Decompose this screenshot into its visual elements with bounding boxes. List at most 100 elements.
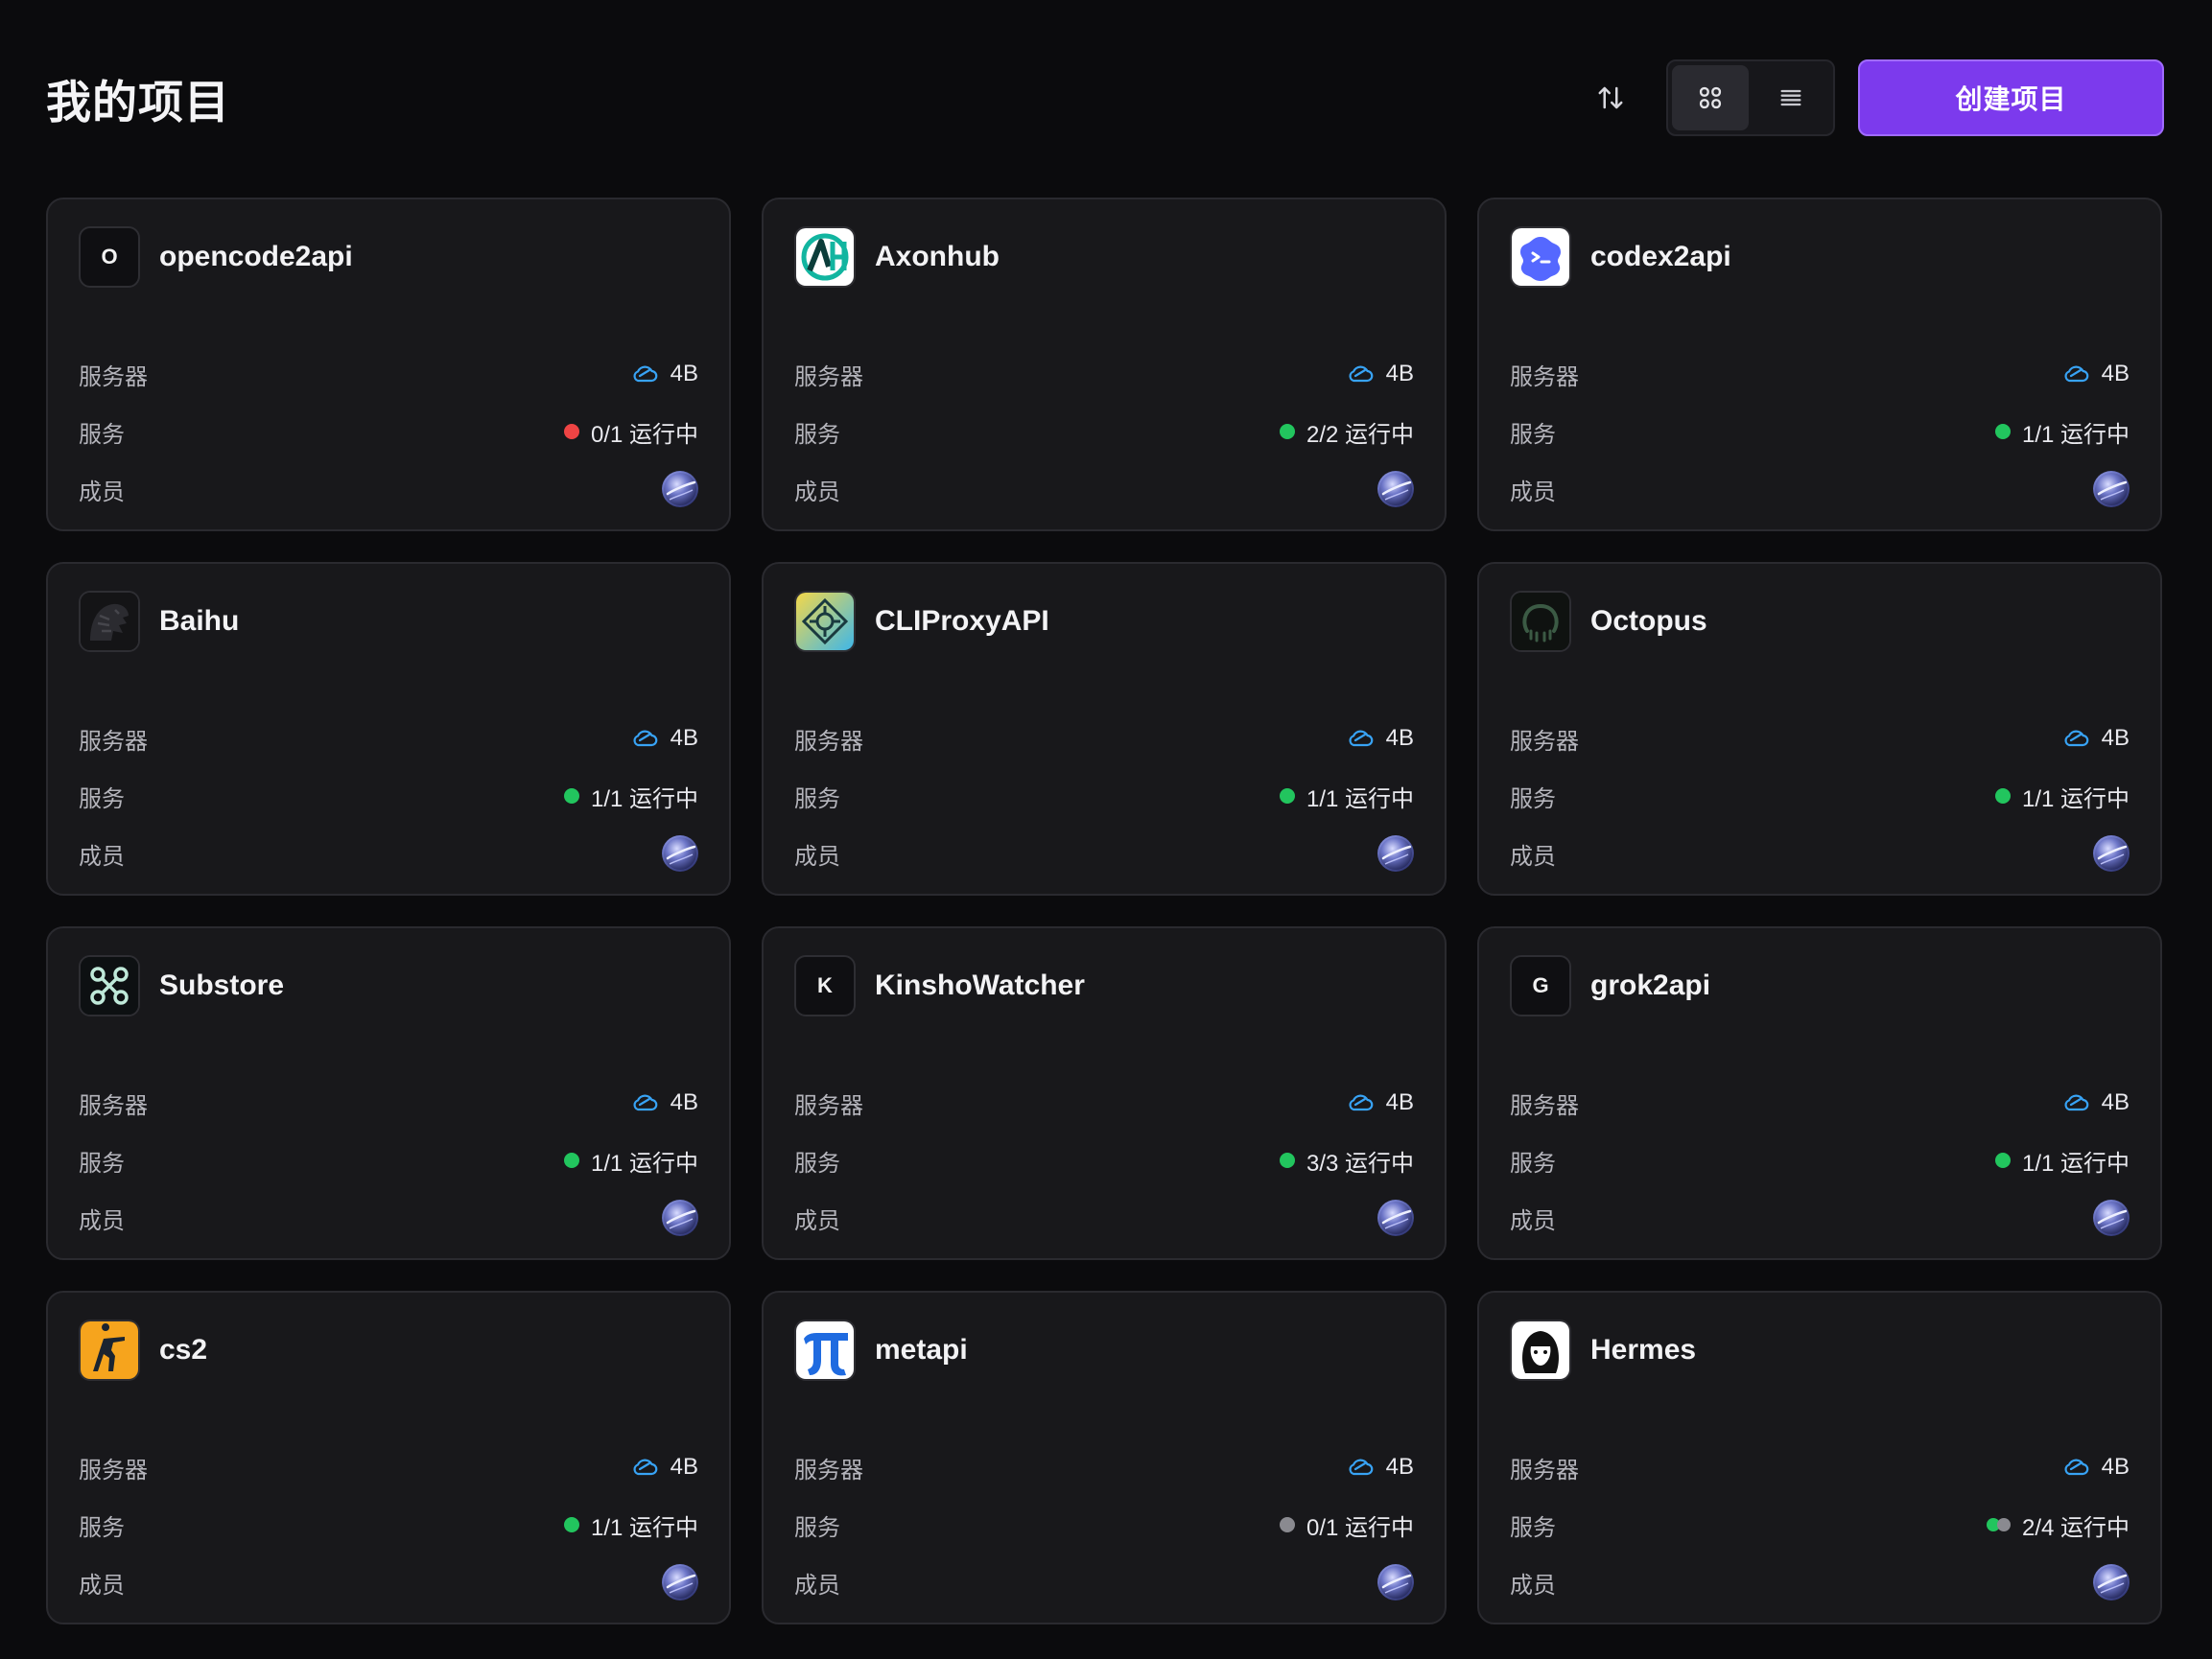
project-card[interactable]: codex2api 服务器 4B 服务 1/1 运行中 成员 [1477,198,2162,531]
server-size: 4B [670,1454,698,1480]
server-size: 4B [1385,361,1414,386]
status-dot [563,424,579,439]
service-row: 服务 1/1 运行中 [1510,767,2130,825]
project-card[interactable]: metapi 服务器 4B 服务 0/1 运行中 成员 [762,1291,1447,1624]
member-avatar[interactable] [1377,471,1414,507]
server-value: 4B [630,725,698,752]
page-header: 我的项目 创建项目 [46,59,2164,136]
service-status: 1/1 运行中 [1279,780,1414,813]
members-label: 成员 [1510,479,1556,505]
server-value: 4B [630,1454,698,1481]
members-label: 成员 [79,1207,125,1234]
project-stats: 服务器 4B 服务 2/2 运行中成员 [794,345,1414,518]
sort-button[interactable] [1582,69,1639,127]
project-card[interactable]: Baihu 服务器 4B 服务 1/1 运行中 成员 [46,562,731,896]
member-avatar[interactable] [2093,471,2130,507]
member-avatar[interactable] [662,1200,698,1236]
project-stats: 服务器 4B 服务 1/1 运行中 成员 [1510,710,2130,882]
members-row: 成员 [794,1189,1414,1247]
status-dot [1994,424,2011,439]
service-status: 0/1 运行中 [1279,1508,1414,1542]
server-size: 4B [2101,1454,2130,1480]
server-value: 4B [2061,725,2130,752]
cloud-icon [1349,365,1373,383]
project-initial: K [817,973,833,997]
project-stats: 服务器 4B 服务 1/1 运行中 成员 [79,1438,698,1611]
members-label: 成员 [79,1572,125,1599]
member-avatar[interactable] [1377,1564,1414,1601]
member-avatar[interactable] [662,1564,698,1601]
status-dot [563,788,579,804]
server-label: 服务器 [79,363,148,390]
service-row: 服务 1/1 运行中 [794,767,1414,825]
members-label: 成员 [794,479,840,505]
list-view-button[interactable] [1753,65,1829,130]
server-size: 4B [670,1089,698,1115]
member-avatar[interactable] [2093,1564,2130,1601]
create-project-button[interactable]: 创建项目 [1858,59,2164,136]
service-count: 0/1 运行中 [1306,1514,1414,1541]
card-header: cs2 [79,1320,698,1381]
project-card[interactable]: Octopus 服务器 4B 服务 1/1 运行中 成员 [1477,562,2162,896]
service-row: 服务 1/1 运行中 [1510,1132,2130,1189]
project-name: CLIProxyAPI [875,605,1049,637]
service-row: 服务 2/2 运行中 [794,403,1414,460]
members-row: 成员 [1510,1554,2130,1611]
member-avatar[interactable] [1377,1200,1414,1236]
card-header: Oopencode2api [79,226,698,288]
service-status: 2/2 运行中 [1279,415,1414,449]
member-avatar[interactable] [662,471,698,507]
service-count: 1/1 运行中 [1306,785,1414,812]
server-label: 服务器 [794,363,863,390]
project-card[interactable]: cs2 服务器 4B 服务 1/1 运行中 成员 [46,1291,731,1624]
project-stats: 服务器 4B 服务 1/1 运行中 成员 [794,710,1414,882]
members-row: 成员 [79,460,698,518]
server-size: 4B [670,725,698,751]
project-name: Baihu [159,605,240,637]
cliproxy-logo-icon [794,591,856,652]
members-label: 成员 [794,1207,840,1234]
server-label: 服务器 [1510,728,1579,755]
service-count: 1/1 运行中 [590,1150,698,1177]
server-label: 服务器 [1510,1457,1579,1484]
cloud-icon [633,365,657,383]
project-card[interactable]: Ggrok2api 服务器 4B 服务 1/1 运行中 成员 [1477,926,2162,1260]
project-card[interactable]: CLIProxyAPI 服务器 4B 服务 1/1 运行中 成员 [762,562,1447,896]
grid-view-button[interactable] [1672,65,1749,130]
project-letter-icon: O [79,226,140,288]
service-row: 服务 0/1 运行中 [794,1496,1414,1554]
service-row: 服务 0/1 运行中 [79,403,698,460]
service-label: 服务 [79,785,125,812]
project-initial: G [1532,973,1549,997]
project-name: KinshoWatcher [875,970,1085,1001]
project-card[interactable]: Axonhub 服务器 4B 服务 2/2 运行中成员 [762,198,1447,531]
project-stats: 服务器 4B 服务 1/1 运行中 成员 [79,1074,698,1247]
project-name: metapi [875,1334,968,1366]
project-grid: Oopencode2api 服务器 4B 服务 0/1 运行中 成员 Axonhub 服务器 4… [46,198,2162,1624]
members-label: 成员 [794,1572,840,1599]
cloud-icon [1349,730,1373,747]
grid-view-icon [1699,86,1722,109]
status-dot [1279,788,1295,804]
member-avatar[interactable] [1377,835,1414,872]
server-label: 服务器 [79,1092,148,1119]
member-avatar[interactable] [2093,1200,2130,1236]
service-row: 服务 1/1 运行中 [1510,403,2130,460]
cloud-icon [2064,365,2088,383]
server-row: 服务器 4B [79,345,698,403]
project-name: Axonhub [875,241,1000,272]
service-label: 服务 [794,1514,840,1541]
project-stats: 服务器 4B 服务 0/1 运行中 成员 [794,1438,1414,1611]
member-avatar[interactable] [2093,835,2130,872]
projects-page: 我的项目 创建项目 O opencode2api 服务器 4B 服务 0/1 运… [0,0,2212,1659]
cloud-icon [2064,730,2088,747]
project-card[interactable]: K KinshoWatcher 服务器 4B 服务 3/3 运行中 成员 [762,926,1447,1260]
project-card[interactable]: Hermes 服务器 4B 服务 2/4 运行中 成员 [1477,1291,2162,1624]
project-card[interactable]: Substore 服务器 4B 服务 1/1 运行中 成员 [46,926,731,1260]
server-size: 4B [2101,361,2130,386]
server-row: 服务器 4B [79,1074,698,1132]
project-letter-icon: G [1510,955,1571,1016]
server-value: 4B [630,1089,698,1116]
member-avatar[interactable] [662,835,698,872]
project-card[interactable]: Oopencode2api 服务器 4B 服务 0/1 运行中 成员 [46,198,731,531]
